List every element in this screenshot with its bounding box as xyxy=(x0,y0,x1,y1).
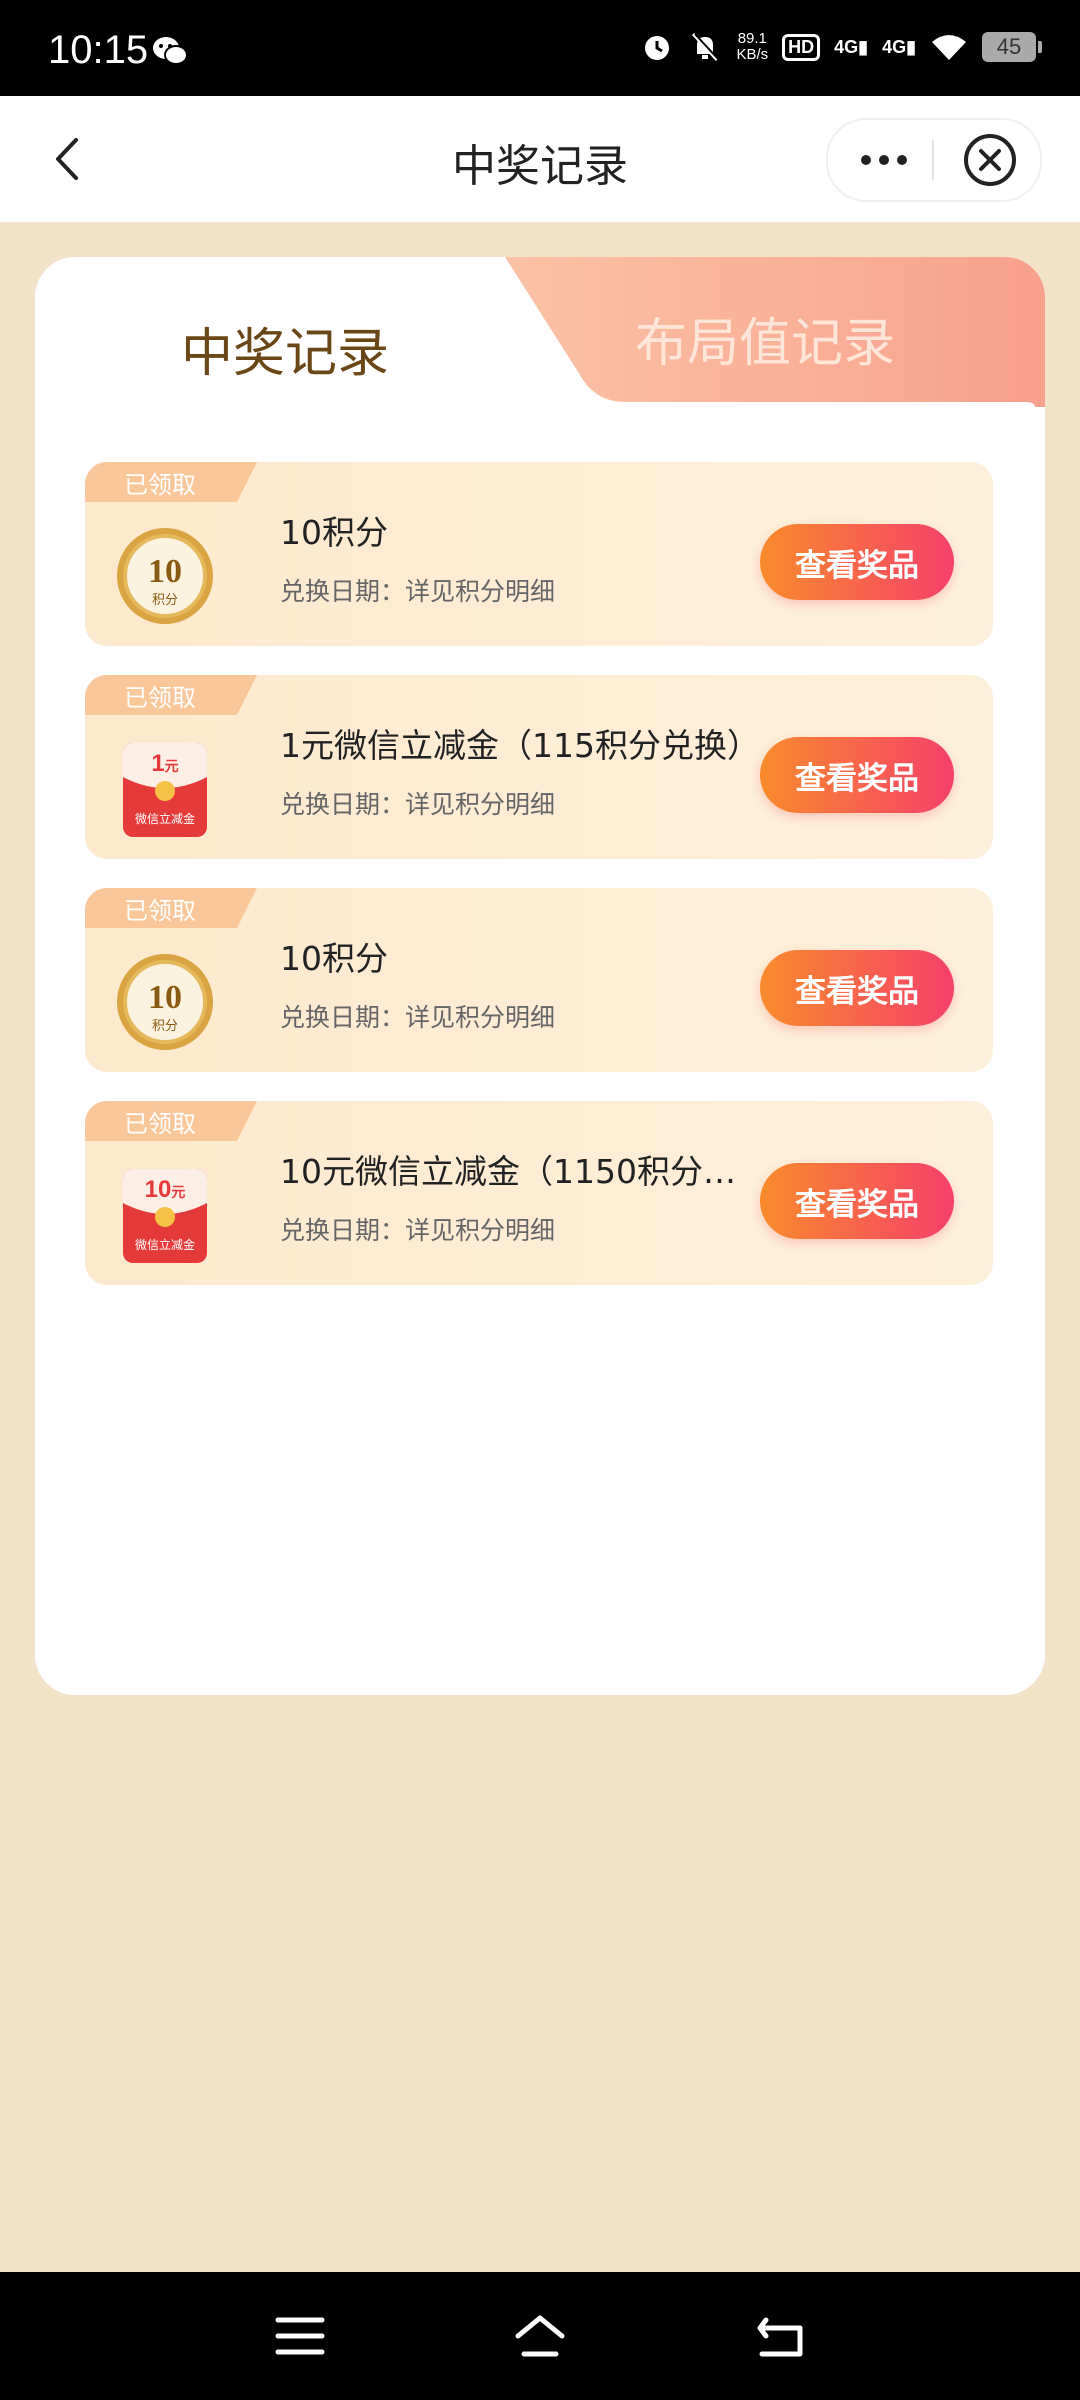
net-speed: 89.1 KB/s xyxy=(736,31,768,63)
coin-amount: 10 xyxy=(148,553,182,590)
more-dot-icon xyxy=(861,155,871,165)
title-bar: 中奖记录 xyxy=(0,96,1080,222)
view-prize-button[interactable]: 查看奖品 xyxy=(760,950,954,1026)
tab-layout-value-records[interactable]: 布局值记录 xyxy=(615,301,915,376)
menu-icon[interactable] xyxy=(272,2310,328,2362)
exchange-date: 兑换日期：详见积分明细 xyxy=(280,577,556,606)
coin-unit: 积分 xyxy=(152,593,178,608)
list-item: 已领取 10元 微信立减金 10元微信立减金（1150积分兑换） 兑换日期：详见… xyxy=(85,1101,993,1285)
wifi-icon xyxy=(932,35,966,60)
capsule-divider xyxy=(932,140,934,180)
more-dot-icon xyxy=(897,155,907,165)
mute-bell-icon xyxy=(692,32,721,62)
prize-name: 10元微信立减金（1150积分兑换） xyxy=(280,1152,765,1191)
view-prize-button[interactable]: 查看奖品 xyxy=(760,737,954,813)
status-time: 10:15 xyxy=(48,28,149,72)
status-icons: 89.1 KB/s HD 4G▮ 4G▮ 45 xyxy=(640,30,1042,64)
list-item: 已领取 10 积分 10积分 兑换日期：详见积分明细 查看奖品 xyxy=(85,888,993,1072)
more-dot-icon xyxy=(879,155,889,165)
coin-unit: 积分 xyxy=(152,1019,178,1034)
exchange-date: 兑换日期：详见积分明细 xyxy=(280,1003,556,1032)
coin-amount: 10 xyxy=(148,979,182,1016)
status-badge-label: 已领取 xyxy=(124,1110,196,1138)
records-list: 已领取 10 积分 10积分 兑换日期：详见积分明细 查看奖品 已领取 1元 微… xyxy=(85,462,993,1314)
sim2-signal: 4G▮ xyxy=(882,36,916,57)
sim2-label: 4G xyxy=(882,36,907,57)
list-item: 已领取 1元 微信立减金 1元微信立减金（115积分兑换） 兑换日期：详见积分明… xyxy=(85,675,993,859)
prize-name: 1元微信立减金（115积分兑换） xyxy=(280,726,760,765)
wechat-icon xyxy=(153,37,188,65)
status-bar: 10:15 89.1 KB/s HD 4G▮ 4G▮ 45 xyxy=(0,0,1080,96)
net-speed-value: 89.1 xyxy=(737,30,767,47)
view-prize-button[interactable]: 查看奖品 xyxy=(760,524,954,600)
battery-indicator: 45 xyxy=(982,32,1042,62)
prize-name: 10积分 xyxy=(280,939,388,978)
more-button[interactable] xyxy=(848,140,920,180)
records-card: 中奖记录 布局值记录 已领取 10 积分 10积分 兑换日期：详见积分明细 查看… xyxy=(35,257,1045,1695)
back-nav-icon[interactable] xyxy=(752,2310,808,2362)
prize-name: 10积分 xyxy=(280,513,388,552)
tab-winning-records[interactable]: 中奖记录 xyxy=(95,311,475,386)
envelope-caption: 微信立减金 xyxy=(135,1237,195,1252)
net-speed-unit: KB/s xyxy=(736,46,769,63)
sim1-signal: 4G▮ xyxy=(834,36,869,57)
red-envelope-icon: 1元 微信立减金 xyxy=(123,743,207,837)
status-badge-label: 已领取 xyxy=(124,684,196,712)
close-icon[interactable] xyxy=(962,132,1018,188)
miniprogram-capsule xyxy=(826,118,1042,202)
exchange-date: 兑换日期：详见积分明细 xyxy=(280,790,556,819)
home-icon[interactable] xyxy=(512,2310,568,2362)
view-prize-button[interactable]: 查看奖品 xyxy=(760,1163,954,1239)
status-badge-label: 已领取 xyxy=(124,471,196,499)
hd-icon: HD xyxy=(782,33,821,61)
points-coin-icon: 10 积分 xyxy=(117,954,213,1050)
red-envelope-icon: 10元 微信立减金 xyxy=(123,1169,207,1263)
system-nav-bar xyxy=(0,2272,1080,2400)
envelope-caption: 微信立减金 xyxy=(135,811,195,826)
alarm-icon xyxy=(645,36,670,60)
list-item: 已领取 10 积分 10积分 兑换日期：详见积分明细 查看奖品 xyxy=(85,462,993,646)
status-badge-label: 已领取 xyxy=(124,897,196,925)
points-coin-icon: 10 积分 xyxy=(117,528,213,624)
sim1-label: 4G xyxy=(834,36,859,57)
exchange-date: 兑换日期：详见积分明细 xyxy=(280,1216,556,1245)
